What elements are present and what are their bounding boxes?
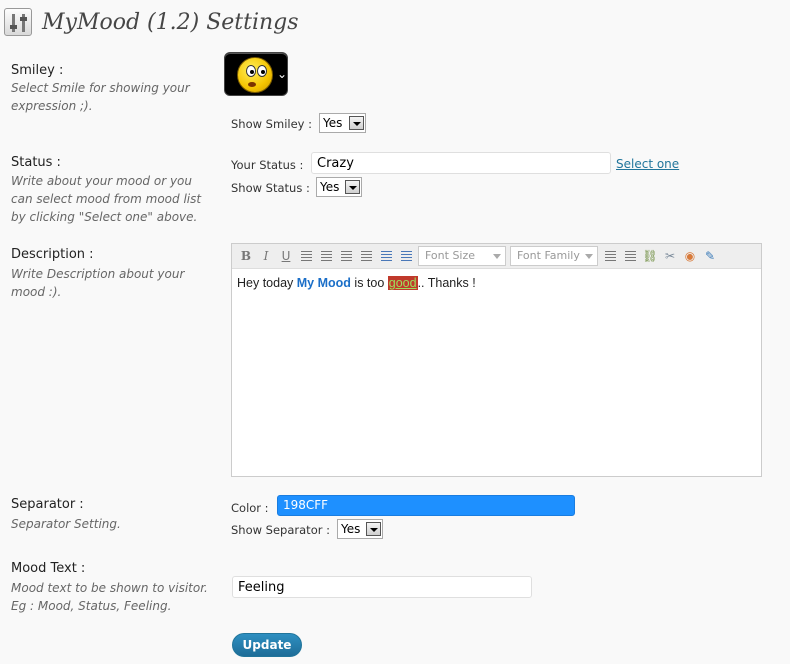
- show-separator-label: Show Separator :: [231, 523, 330, 537]
- outdent-icon[interactable]: [600, 246, 620, 266]
- description-label: Description :: [11, 247, 94, 262]
- editor-toolbar: B I U Font Size Font Family ⛓ ✂ ◉ ✎: [232, 244, 761, 269]
- select-one-link[interactable]: Select one: [616, 157, 679, 171]
- dropdown-arrow-icon: [349, 116, 364, 130]
- mood-text-label: Mood Text :: [11, 561, 86, 576]
- font-family-placeholder: Font Family: [517, 249, 580, 262]
- bold-icon[interactable]: B: [236, 246, 256, 266]
- description-help: Write Description about your mood :).: [11, 267, 185, 299]
- editor-content[interactable]: Hey today My Mood is too good.. Thanks !: [232, 269, 761, 297]
- show-smiley-select[interactable]: Yes: [319, 113, 366, 133]
- show-separator-select[interactable]: Yes: [337, 519, 383, 539]
- align-left-icon[interactable]: [296, 246, 316, 266]
- show-smiley-value: Yes: [323, 116, 343, 130]
- dropdown-arrow-icon: [366, 522, 381, 536]
- settings-icon: [4, 8, 32, 36]
- link-icon[interactable]: ⛓: [640, 246, 660, 266]
- status-description: Write about your mood or you can select …: [11, 174, 202, 224]
- your-status-label: Your Status :: [231, 158, 304, 172]
- mood-text-input[interactable]: Feeling: [232, 576, 532, 598]
- show-smiley-label: Show Smiley :: [231, 117, 312, 131]
- page-title: MyMood (1.2) Settings: [42, 9, 299, 35]
- page-header: MyMood (1.2) Settings: [4, 6, 299, 38]
- mood-text-description: Mood text to be shown to visitor. Eg : M…: [11, 581, 208, 613]
- chevron-down-icon: ⌄: [277, 67, 288, 81]
- font-family-select[interactable]: Font Family: [510, 246, 598, 266]
- separator-description: Separator Setting.: [11, 517, 121, 531]
- align-center-icon[interactable]: [316, 246, 336, 266]
- smiley-label: Smiley :: [11, 63, 64, 78]
- content-highlight: good: [387, 276, 418, 290]
- show-separator-value: Yes: [341, 522, 361, 536]
- font-size-select[interactable]: Font Size: [418, 246, 506, 266]
- smiley-description: Select Smile for showing your expression…: [11, 81, 190, 113]
- status-input[interactable]: Crazy: [311, 152, 611, 174]
- underline-icon[interactable]: U: [276, 246, 296, 266]
- indent-icon[interactable]: [620, 246, 640, 266]
- smiley-picker-button[interactable]: ⌄: [224, 52, 288, 96]
- content-strong: My Mood: [296, 276, 351, 290]
- ordered-list-icon[interactable]: [376, 246, 396, 266]
- update-button[interactable]: Update: [232, 633, 302, 657]
- rich-text-editor[interactable]: B I U Font Size Font Family ⛓ ✂ ◉ ✎ Hey …: [231, 243, 762, 477]
- align-right-icon[interactable]: [336, 246, 356, 266]
- italic-icon[interactable]: I: [256, 246, 276, 266]
- html-edit-icon[interactable]: ✎: [700, 246, 720, 266]
- separator-color-input[interactable]: 198CFF: [277, 495, 575, 516]
- unlink-icon[interactable]: ✂: [660, 246, 680, 266]
- content-text: Hey today: [237, 276, 297, 290]
- dropdown-arrow-icon: [345, 180, 360, 194]
- color-label: Color :: [231, 501, 269, 515]
- show-status-select[interactable]: Yes: [316, 177, 362, 197]
- show-status-label: Show Status :: [231, 181, 310, 195]
- font-size-placeholder: Font Size: [425, 249, 476, 262]
- show-status-value: Yes: [320, 180, 340, 194]
- align-justify-icon[interactable]: [356, 246, 376, 266]
- status-label: Status :: [11, 155, 61, 170]
- smiley-face-icon: [237, 57, 273, 93]
- unordered-list-icon[interactable]: [396, 246, 416, 266]
- content-text: .. Thanks !: [417, 276, 476, 290]
- image-icon[interactable]: ◉: [680, 246, 700, 266]
- content-text: is too: [350, 276, 388, 290]
- separator-label: Separator :: [11, 497, 84, 512]
